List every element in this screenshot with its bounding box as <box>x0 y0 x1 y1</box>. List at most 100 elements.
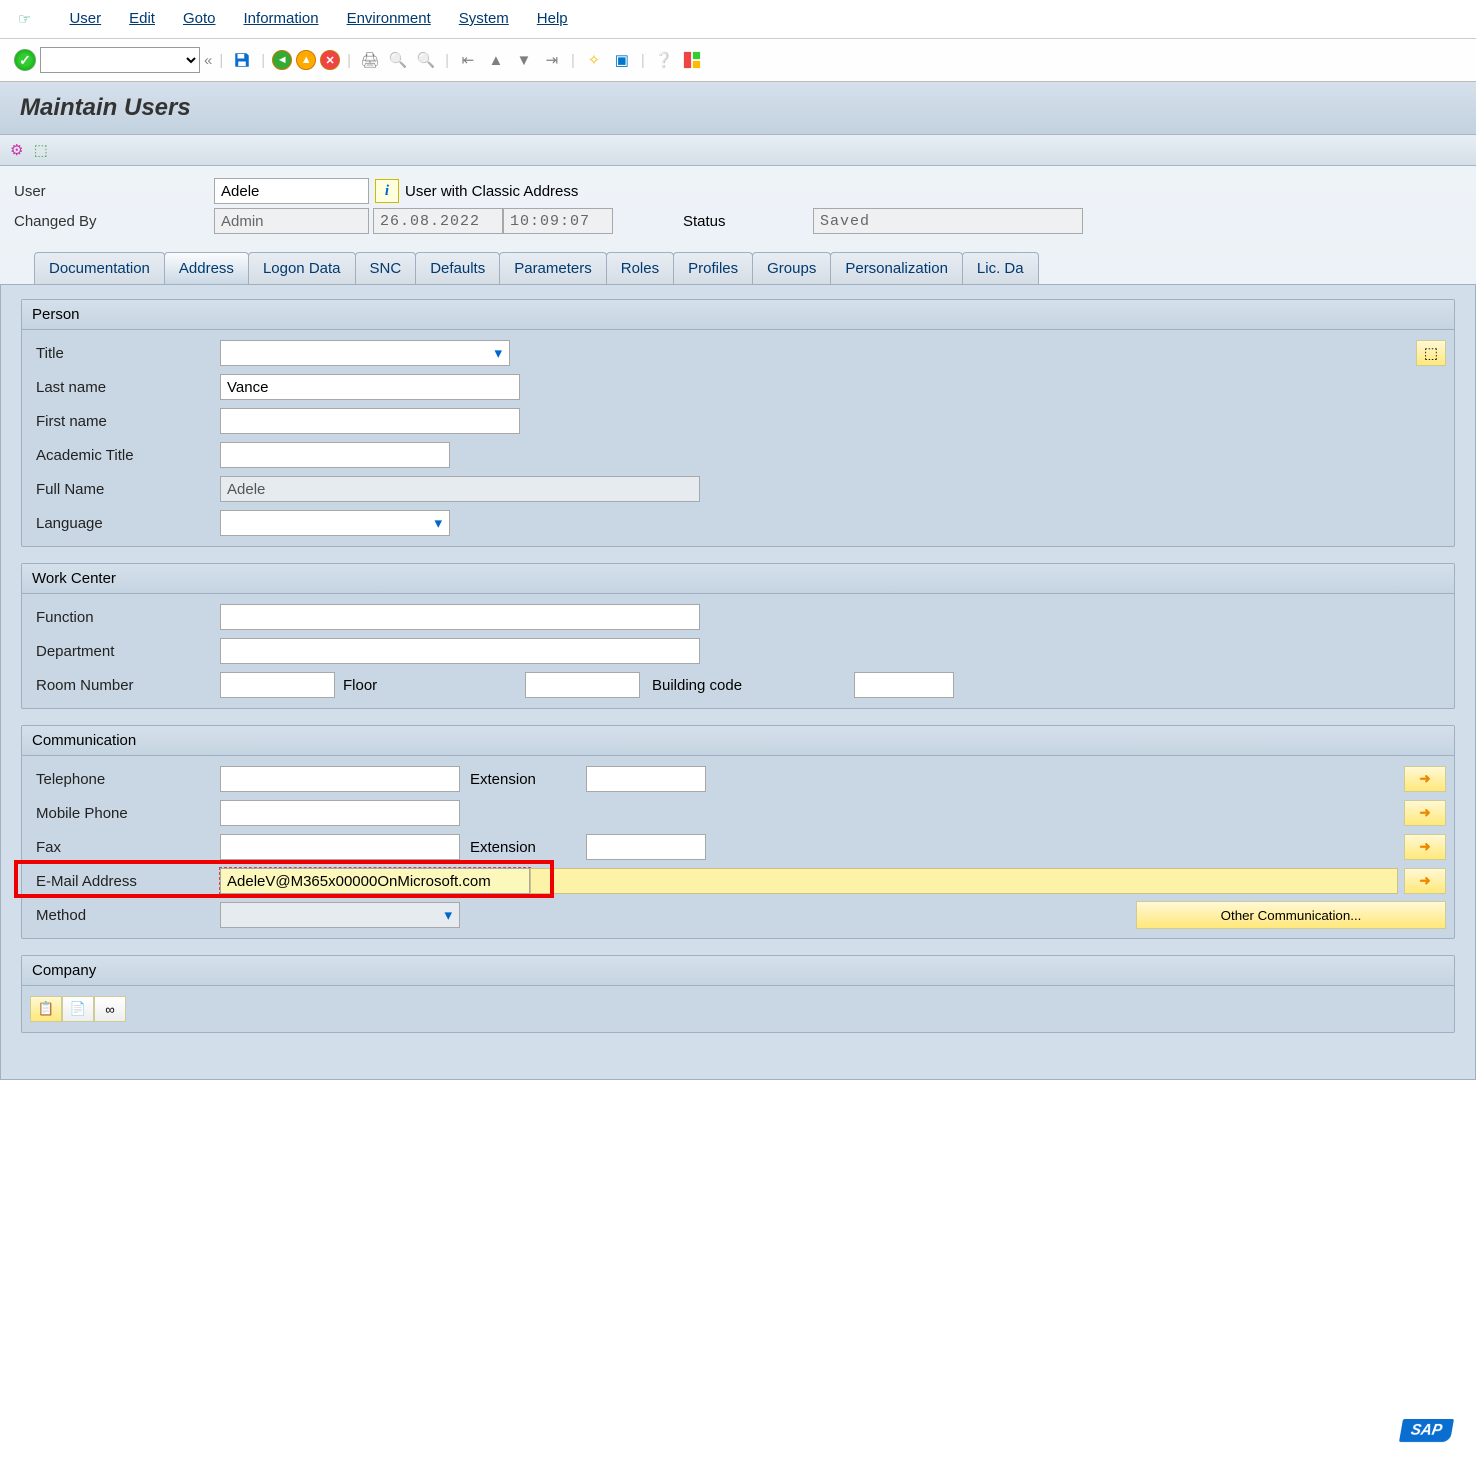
fax-ext-input[interactable] <box>586 834 706 860</box>
collapse-icon[interactable]: « <box>204 52 212 69</box>
email-detail-button[interactable]: ➜ <box>1404 868 1446 894</box>
fax-detail-button[interactable]: ➜ <box>1404 834 1446 860</box>
back-button[interactable]: ◄ <box>272 50 292 70</box>
user-input[interactable] <box>214 178 369 204</box>
tab-logon-data[interactable]: Logon Data <box>248 252 356 284</box>
firstname-input[interactable] <box>220 408 520 434</box>
exit-button[interactable]: ▲ <box>296 50 316 70</box>
standard-toolbar: ✓ « | | ◄ ▲ ✕ | 🖨 🔍 🔍 | ⇤ ▲ ▼ ⇥ | ✧ ▣ | … <box>0 39 1476 82</box>
acadtitle-input[interactable] <box>220 442 450 468</box>
address-detail-button[interactable]: ⬚ <box>1416 340 1446 366</box>
lastname-input[interactable] <box>220 374 520 400</box>
tab-lic-data[interactable]: Lic. Da <box>962 252 1039 284</box>
method-select[interactable] <box>220 902 460 928</box>
tab-content-address: Person Title ⬚ Last name First name <box>0 284 1476 1080</box>
status-label: Status <box>683 213 813 230</box>
department-input[interactable] <box>220 638 700 664</box>
function-input[interactable] <box>220 604 700 630</box>
group-workcenter-header: Work Center <box>22 564 1454 594</box>
menu-user[interactable]: User <box>69 10 101 28</box>
tab-documentation[interactable]: Documentation <box>34 252 165 284</box>
user-label: User <box>14 183 214 200</box>
cancel-button[interactable]: ✕ <box>320 50 340 70</box>
lastname-label: Last name <box>30 379 220 396</box>
help-icon[interactable]: ❔ <box>652 48 676 72</box>
menu-goto[interactable]: Goto <box>183 10 216 28</box>
page-title: Maintain Users <box>20 94 1456 122</box>
mobile-detail-button[interactable]: ➜ <box>1404 800 1446 826</box>
company-assign-button[interactable]: ∞ <box>94 996 126 1022</box>
title-select[interactable] <box>220 340 510 366</box>
sap-logo: SAP <box>1399 1419 1454 1442</box>
function-label: Function <box>30 609 220 626</box>
menu-bar: ☞ User Edit Goto Information Environment… <box>0 0 1476 39</box>
method-label: Method <box>30 907 220 924</box>
company-new-button[interactable]: 📄 <box>62 996 94 1022</box>
group-company: Company 📋 📄 ∞ <box>21 955 1455 1033</box>
mobile-input[interactable] <box>220 800 460 826</box>
building-label: Building code <box>640 677 754 694</box>
new-session-icon[interactable]: ✧ <box>582 48 606 72</box>
menu-environment[interactable]: Environment <box>347 10 431 28</box>
application-toolbar: ⚙ ⬚ <box>0 135 1476 166</box>
save-icon[interactable] <box>230 48 254 72</box>
find-next-icon: 🔍 <box>414 48 438 72</box>
tab-address[interactable]: Address <box>164 252 249 284</box>
menu-help[interactable]: Help <box>537 10 568 28</box>
department-label: Department <box>30 643 220 660</box>
tab-roles[interactable]: Roles <box>606 252 674 284</box>
group-person: Person Title ⬚ Last name First name <box>21 299 1455 547</box>
tel-detail-button[interactable]: ➜ <box>1404 766 1446 792</box>
tab-parameters[interactable]: Parameters <box>499 252 607 284</box>
find-icon: 🔍 <box>386 48 410 72</box>
fax-input[interactable] <box>220 834 460 860</box>
company-copy-button[interactable]: 📋 <box>30 996 62 1022</box>
command-field[interactable] <box>40 47 200 73</box>
group-workcenter: Work Center Function Department Room Num… <box>21 563 1455 709</box>
prev-page-icon: ▲ <box>484 48 508 72</box>
tel-ext-input[interactable] <box>586 766 706 792</box>
floor-input[interactable] <box>525 672 640 698</box>
fullname-input <box>220 476 700 502</box>
title-bar: Maintain Users <box>0 82 1476 135</box>
classic-address-text: User with Classic Address <box>405 183 578 200</box>
tab-groups[interactable]: Groups <box>752 252 831 284</box>
menu-edit[interactable]: Edit <box>129 10 155 28</box>
first-page-icon: ⇤ <box>456 48 480 72</box>
tech-info-icon[interactable]: ⚙ <box>10 142 23 159</box>
language-select[interactable] <box>220 510 450 536</box>
menu-information[interactable]: Information <box>244 10 319 28</box>
email-overflow-area <box>530 868 1398 894</box>
title-label: Title <box>30 345 220 362</box>
menu-system[interactable]: System <box>459 10 509 28</box>
changed-time <box>503 208 613 234</box>
enter-button[interactable]: ✓ <box>14 49 36 71</box>
next-page-icon: ▼ <box>512 48 536 72</box>
tel-ext-label: Extension <box>460 771 546 788</box>
email-input[interactable] <box>220 868 530 894</box>
assign-icon[interactable]: ⬚ <box>34 142 48 159</box>
group-communication-header: Communication <box>22 726 1454 756</box>
language-label: Language <box>30 515 220 532</box>
group-communication: Communication Telephone Extension ➜ Mobi… <box>21 725 1455 939</box>
tab-snc[interactable]: SNC <box>355 252 417 284</box>
layout-icon[interactable] <box>680 48 704 72</box>
print-icon: 🖨 <box>358 48 382 72</box>
app-icon: ☞ <box>18 10 31 28</box>
changedby-label: Changed By <box>14 213 214 230</box>
fax-label: Fax <box>30 839 220 856</box>
shortcut-icon[interactable]: ▣ <box>610 48 634 72</box>
tab-defaults[interactable]: Defaults <box>415 252 500 284</box>
floor-label: Floor <box>335 677 385 694</box>
room-input[interactable] <box>220 672 335 698</box>
tab-strip: Documentation Address Logon Data SNC Def… <box>14 252 1462 284</box>
other-communication-button[interactable]: Other Communication... <box>1136 901 1446 929</box>
tab-profiles[interactable]: Profiles <box>673 252 753 284</box>
group-person-header: Person <box>22 300 1454 330</box>
building-input[interactable] <box>854 672 954 698</box>
changedby-input <box>214 208 369 234</box>
info-icon[interactable]: i <box>375 179 399 203</box>
telephone-input[interactable] <box>220 766 460 792</box>
mobile-label: Mobile Phone <box>30 805 220 822</box>
tab-personalization[interactable]: Personalization <box>830 252 963 284</box>
